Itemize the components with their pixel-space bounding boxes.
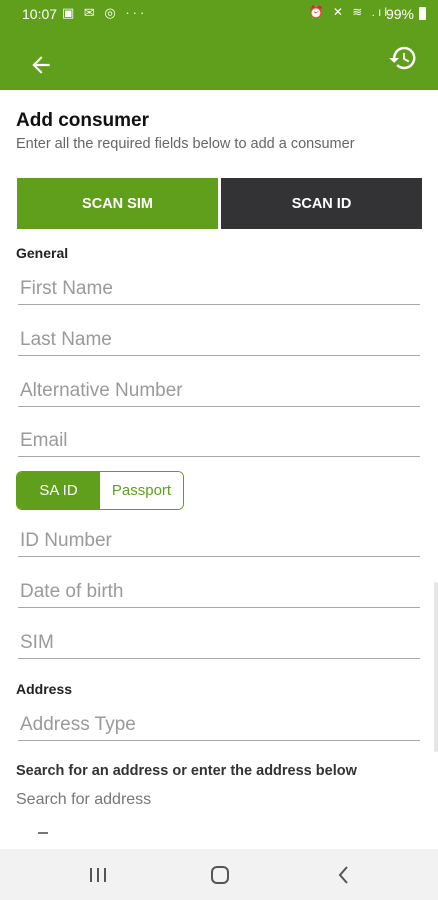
nav-back-button[interactable] — [332, 863, 356, 887]
back-button[interactable] — [28, 52, 54, 78]
system-icons: ⏰ ✕ ≋ .ıl — [308, 5, 390, 19]
scan-sim-button[interactable]: SCAN SIM — [17, 178, 218, 229]
address-search-label[interactable]: Search for address — [16, 791, 151, 809]
id-type-toggle: SA ID Passport — [16, 471, 184, 510]
sim-field[interactable] — [18, 628, 420, 659]
nav-back-icon — [338, 866, 348, 884]
passport-option[interactable]: Passport — [100, 472, 183, 509]
partially-visible-element — [38, 832, 48, 838]
section-address-heading: Address — [16, 681, 73, 697]
scrollbar[interactable] — [434, 582, 438, 752]
page-title: Add consumer — [16, 110, 150, 131]
recent-apps-button[interactable] — [86, 863, 110, 887]
arrow-left-icon — [32, 56, 50, 74]
email-field[interactable] — [18, 426, 420, 457]
alternative-number-field[interactable] — [18, 376, 420, 407]
scan-id-button[interactable]: SCAN ID — [221, 178, 422, 229]
history-button[interactable] — [388, 43, 418, 73]
battery-icon — [419, 7, 426, 20]
first-name-field[interactable] — [18, 274, 420, 305]
address-type-field[interactable] — [18, 710, 420, 741]
battery-level: 99% — [385, 6, 414, 22]
app-header: 10:07 ▣ ✉ ◎ ··· ⏰ ✕ ≋ .ıl 99% — [0, 0, 438, 90]
date-of-birth-field[interactable] — [18, 577, 420, 608]
section-general-heading: General — [16, 245, 69, 261]
history-icon — [389, 46, 416, 70]
system-nav-bar — [0, 849, 438, 900]
status-time: 10:07 — [22, 6, 58, 22]
home-icon — [211, 866, 229, 884]
page-subtitle: Enter all the required fields below to a… — [16, 136, 355, 152]
recent-apps-icon — [90, 868, 106, 882]
address-search-heading: Search for an address or enter the addre… — [16, 763, 357, 779]
status-bar: 10:07 ▣ ✉ ◎ ··· ⏰ ✕ ≋ .ıl 99% — [0, 0, 438, 28]
notification-icons: ▣ ✉ ◎ ··· — [62, 5, 148, 20]
home-button[interactable] — [208, 863, 232, 887]
last-name-field[interactable] — [18, 325, 420, 356]
id-number-field[interactable] — [18, 526, 420, 557]
sa-id-option[interactable]: SA ID — [17, 472, 100, 509]
